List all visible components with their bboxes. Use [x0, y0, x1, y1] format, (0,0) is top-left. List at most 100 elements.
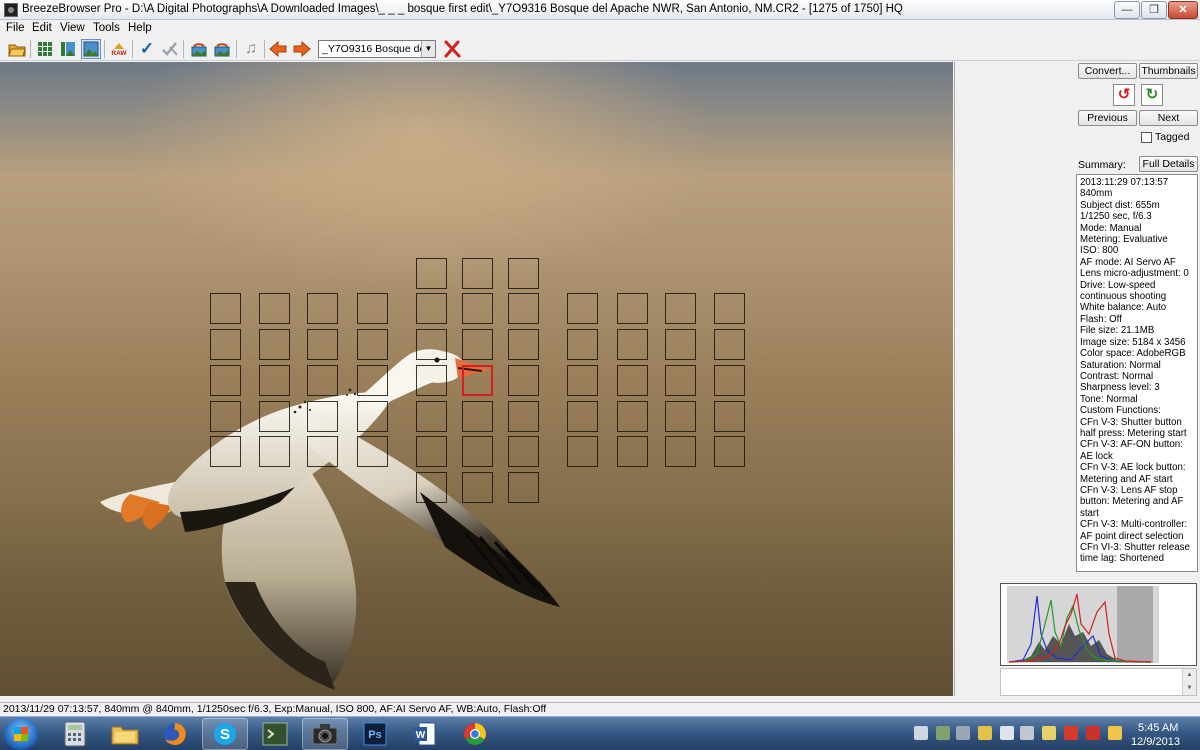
- start-button[interactable]: [4, 718, 38, 750]
- menu-edit[interactable]: Edit: [32, 22, 52, 34]
- af-point: [617, 436, 648, 467]
- minimize-button[interactable]: —: [1114, 1, 1140, 19]
- af-point: [508, 436, 539, 467]
- clock-time[interactable]: 5:45 AM: [1138, 722, 1178, 734]
- delete-image-icon[interactable]: [442, 39, 462, 59]
- af-point: [714, 329, 745, 360]
- title-bar: BreezeBrowser Pro - D:\A Digital Photogr…: [0, 0, 1200, 20]
- photoshop-app-icon[interactable]: Ps: [352, 718, 398, 750]
- tray-folder-icon[interactable]: [1042, 726, 1056, 740]
- open-folder-icon[interactable]: [7, 39, 27, 59]
- menu-file[interactable]: File: [6, 22, 25, 34]
- maximize-button[interactable]: ❐: [1141, 1, 1167, 19]
- af-point: [210, 293, 241, 324]
- menu-bar: File Edit View Tools Help: [0, 20, 1200, 37]
- terminal-app-icon[interactable]: [252, 718, 298, 750]
- full-image-view-icon[interactable]: [81, 39, 101, 59]
- tray-volume-icon[interactable]: [1000, 726, 1014, 740]
- skype-app-icon[interactable]: S: [202, 718, 248, 750]
- af-point: [307, 401, 338, 432]
- detail-line: Tone: Normal: [1080, 393, 1138, 405]
- thumbnails-button[interactable]: Thumbnails: [1139, 63, 1198, 79]
- menu-tools[interactable]: Tools: [93, 22, 120, 34]
- word-app-icon[interactable]: W: [402, 718, 448, 750]
- thumbnail-grid-icon[interactable]: [35, 39, 55, 59]
- af-point: [665, 401, 696, 432]
- tray-acrobat-icon[interactable]: [1086, 726, 1100, 740]
- detail-line: Flash: Off: [1080, 313, 1122, 325]
- detail-line: Mode: Manual: [1080, 222, 1142, 234]
- af-point: [714, 401, 745, 432]
- tray-power-icon[interactable]: [1020, 726, 1034, 740]
- af-point: [617, 293, 648, 324]
- af-point: [567, 436, 598, 467]
- camera-app-icon[interactable]: [302, 718, 348, 750]
- previous-button[interactable]: Previous: [1078, 110, 1137, 126]
- detail-line: CFn V-3: Lens AF stop button: Metering a…: [1080, 484, 1184, 519]
- tagged-checkbox[interactable]: [1141, 132, 1152, 143]
- file-select-dropdown[interactable]: _Y7O9316 Bosque del ▼: [318, 40, 436, 58]
- detail-line: 1/1250 sec, f/6.3: [1080, 211, 1152, 223]
- af-point: [416, 258, 447, 289]
- scrollbar[interactable]: ▲ ▼: [1182, 669, 1196, 695]
- tray-antivirus-icon[interactable]: [1064, 726, 1078, 740]
- af-point-selected: [462, 365, 493, 396]
- detail-line: Sharpness level: 3: [1080, 382, 1160, 394]
- detail-line: CFn VI-3: Shutter release time lag: Shor…: [1080, 542, 1190, 565]
- af-point: [462, 293, 493, 324]
- af-point: [462, 401, 493, 432]
- calculator-app-icon[interactable]: [52, 718, 98, 750]
- detail-line: White balance: Auto: [1080, 302, 1167, 314]
- chevron-down-icon[interactable]: ▼: [421, 41, 435, 57]
- tray-display-icon[interactable]: [956, 726, 970, 740]
- firefox-app-icon[interactable]: [152, 718, 198, 750]
- rotate-left-image-icon[interactable]: [189, 39, 209, 59]
- next-arrow-icon[interactable]: [292, 39, 312, 59]
- menu-view[interactable]: View: [60, 22, 85, 34]
- tagged-label: Tagged: [1155, 131, 1190, 143]
- raw-convert-icon[interactable]: RAW: [109, 39, 129, 59]
- untag-icon[interactable]: [160, 39, 180, 59]
- clock-date[interactable]: 12/9/2013: [1131, 736, 1180, 748]
- af-point: [462, 472, 493, 503]
- af-point: [210, 365, 241, 396]
- detail-line: 2013:11:29 07:13:57: [1080, 177, 1169, 188]
- chrome-app-icon[interactable]: [452, 718, 498, 750]
- detail-line: CFn V-3: Shutter button half press: Mete…: [1080, 416, 1187, 439]
- af-point: [357, 293, 388, 324]
- tray-network-icon[interactable]: [936, 726, 950, 740]
- checkmark-tag-icon[interactable]: ✓: [137, 39, 157, 59]
- full-details-button[interactable]: Full Details: [1139, 156, 1198, 172]
- af-point: [714, 365, 745, 396]
- tray-device-icon[interactable]: [914, 726, 928, 740]
- af-point: [307, 365, 338, 396]
- tray-security-icon[interactable]: [978, 726, 992, 740]
- convert-button[interactable]: Convert...: [1078, 63, 1137, 79]
- af-point: [508, 293, 539, 324]
- previous-arrow-icon[interactable]: [268, 39, 288, 59]
- af-point: [567, 293, 598, 324]
- rotate-left-icon[interactable]: ↺: [1113, 84, 1135, 106]
- music-note-icon[interactable]: ♫: [241, 39, 261, 59]
- af-point: [462, 436, 493, 467]
- preview-view-icon[interactable]: [58, 39, 78, 59]
- close-button[interactable]: ✕: [1168, 1, 1198, 19]
- detail-line: 840mm: [1080, 188, 1113, 200]
- rotate-right-icon[interactable]: ↻: [1141, 84, 1163, 106]
- af-point: [259, 365, 290, 396]
- detail-line: Saturation: Normal: [1080, 359, 1161, 371]
- histogram-scroll-area[interactable]: ▲ ▼: [1000, 668, 1197, 696]
- next-button[interactable]: Next: [1139, 110, 1198, 126]
- toolbar: RAW ✓ ♫ _Y7O9316 Bosque del ▼: [0, 37, 1200, 61]
- file-explorer-app-icon[interactable]: [102, 718, 148, 750]
- af-point: [357, 436, 388, 467]
- af-point: [617, 329, 648, 360]
- af-point: [508, 365, 539, 396]
- menu-help[interactable]: Help: [128, 22, 152, 34]
- af-point: [357, 329, 388, 360]
- tray-flag-icon[interactable]: [1108, 726, 1122, 740]
- af-point: [714, 293, 745, 324]
- rotate-right-image-icon[interactable]: [212, 39, 232, 59]
- image-viewer[interactable]: [0, 62, 953, 696]
- detail-line: CFn V-3: Multi-controller: AF point dire…: [1080, 519, 1188, 542]
